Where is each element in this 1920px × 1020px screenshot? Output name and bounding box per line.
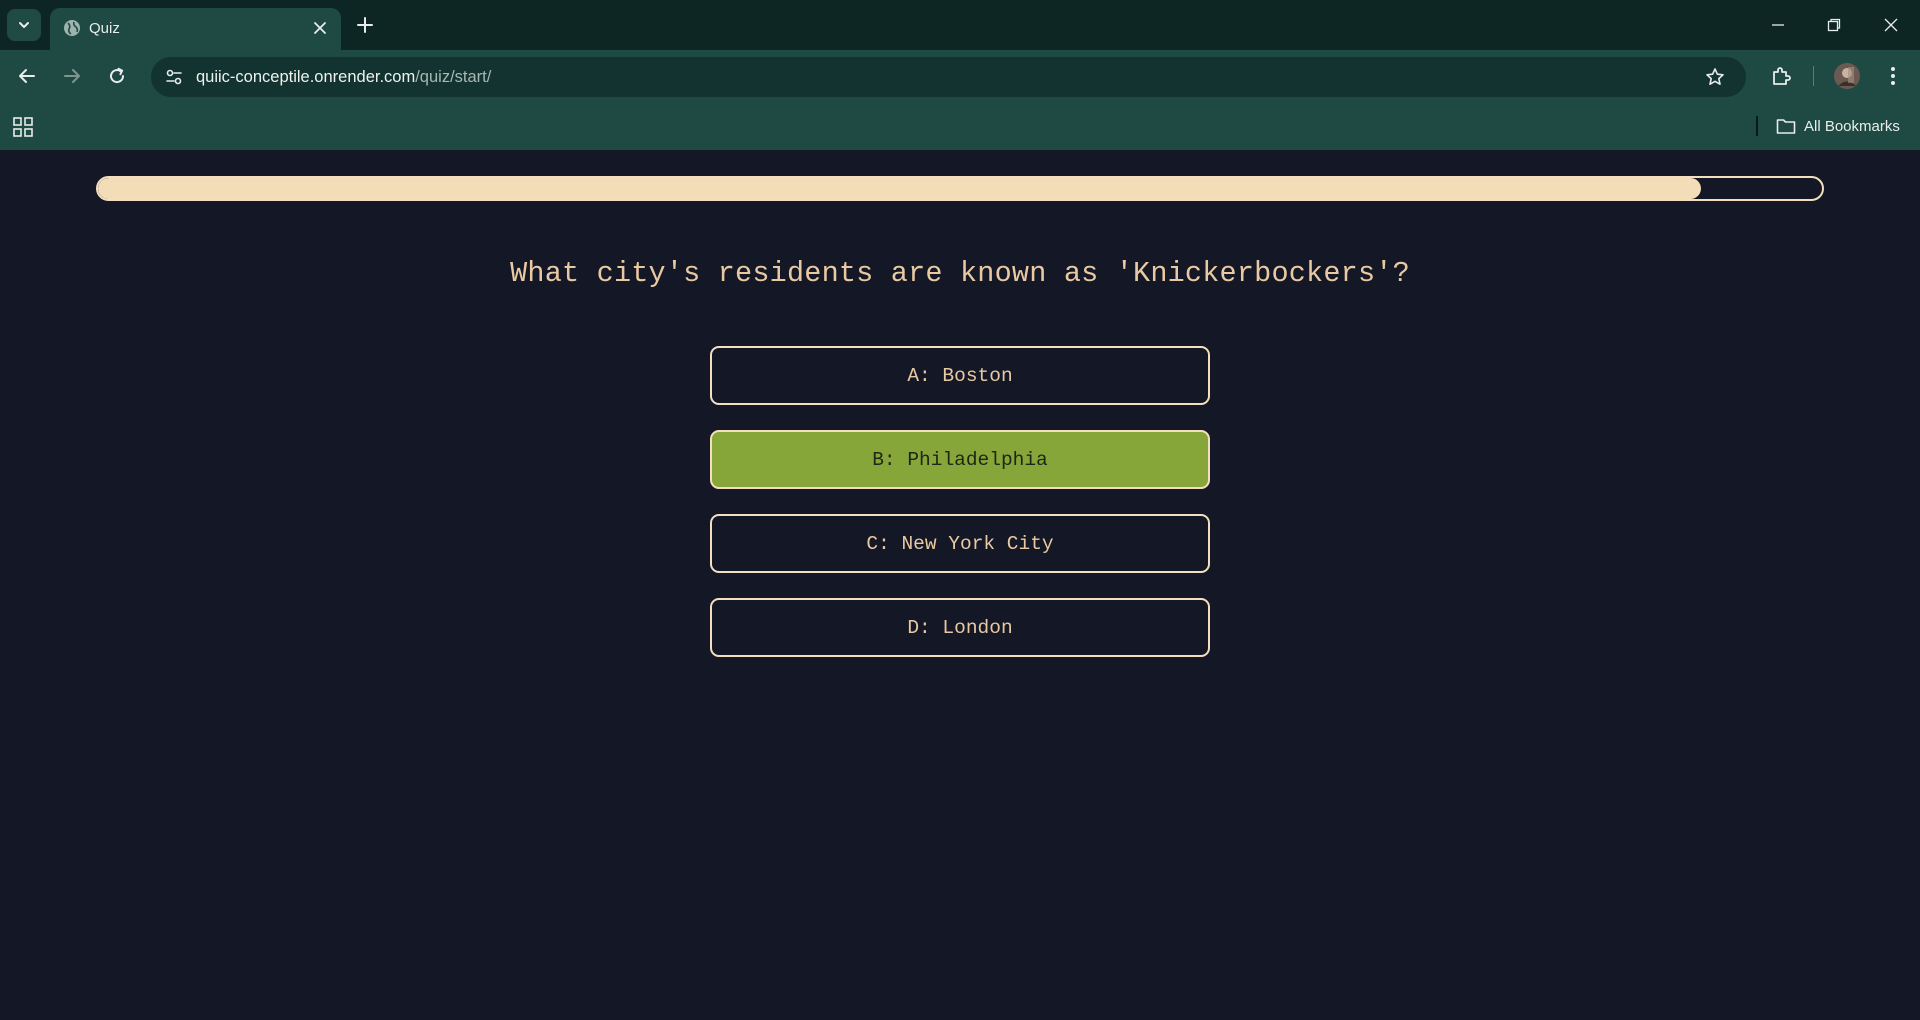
tab-strip: Quiz bbox=[0, 0, 1920, 50]
forward-button[interactable] bbox=[56, 60, 88, 92]
close-icon bbox=[314, 22, 326, 34]
quiz-progress-bar bbox=[96, 176, 1824, 201]
answer-option-c[interactable]: C: New York City bbox=[710, 514, 1210, 573]
all-bookmarks-button[interactable]: All Bookmarks bbox=[1776, 114, 1900, 138]
avatar-icon bbox=[1834, 63, 1860, 89]
globe-icon bbox=[64, 20, 80, 36]
arrow-right-icon bbox=[64, 69, 80, 83]
quiz-page: What city's residents are known as 'Knic… bbox=[0, 150, 1920, 1020]
new-tab-button[interactable] bbox=[351, 11, 379, 39]
tab-title: Quiz bbox=[89, 20, 120, 37]
tab-close-button[interactable] bbox=[309, 17, 331, 39]
reload-icon bbox=[110, 67, 125, 84]
profile-avatar[interactable] bbox=[1831, 60, 1863, 92]
url-path: /quiz/start/ bbox=[415, 68, 492, 86]
all-bookmarks-label: All Bookmarks bbox=[1804, 117, 1900, 135]
folder-icon bbox=[1776, 119, 1796, 134]
url-host: quiic-conceptile.onrender.com bbox=[196, 68, 416, 86]
reload-button[interactable] bbox=[101, 60, 133, 92]
chevron-down-icon bbox=[19, 22, 29, 28]
toolbar-separator bbox=[1813, 66, 1814, 86]
bookmarks-bar: All Bookmarks bbox=[0, 102, 1920, 150]
close-window-button[interactable] bbox=[1871, 10, 1911, 40]
active-tab[interactable]: Quiz bbox=[50, 8, 341, 50]
tab-search-button[interactable] bbox=[7, 9, 41, 41]
quiz-progress-fill bbox=[98, 178, 1702, 199]
url-text[interactable]: quiic-conceptile.onrender.com/quiz/start… bbox=[196, 68, 491, 87]
browser-toolbar: quiic-conceptile.onrender.com/quiz/start… bbox=[0, 50, 1920, 102]
close-icon bbox=[1884, 18, 1898, 32]
answer-option-d[interactable]: D: London bbox=[710, 598, 1210, 657]
address-bar[interactable]: quiic-conceptile.onrender.com/quiz/start… bbox=[151, 57, 1746, 97]
bookmarks-separator bbox=[1756, 116, 1758, 136]
restore-button[interactable] bbox=[1814, 10, 1854, 40]
apps-grid-icon[interactable] bbox=[12, 116, 34, 138]
browser-menu-button[interactable] bbox=[1877, 60, 1909, 92]
puzzle-icon bbox=[1773, 67, 1791, 85]
answer-option-b[interactable]: B: Philadelphia bbox=[710, 430, 1210, 489]
bookmark-star-button[interactable] bbox=[1703, 65, 1727, 89]
minimize-button[interactable] bbox=[1758, 10, 1798, 40]
plus-icon bbox=[357, 17, 373, 33]
site-info-button[interactable] bbox=[160, 63, 188, 91]
answer-option-a[interactable]: A: Boston bbox=[710, 346, 1210, 405]
minimize-icon bbox=[1772, 24, 1784, 26]
restore-icon bbox=[1827, 18, 1841, 32]
extensions-button[interactable] bbox=[1765, 60, 1797, 92]
question-text: What city's residents are known as 'Knic… bbox=[510, 257, 1410, 290]
back-button[interactable] bbox=[11, 60, 43, 92]
star-icon bbox=[1706, 68, 1724, 85]
more-vertical-icon bbox=[1891, 67, 1895, 85]
tune-icon bbox=[166, 69, 182, 85]
arrow-left-icon bbox=[19, 69, 35, 83]
